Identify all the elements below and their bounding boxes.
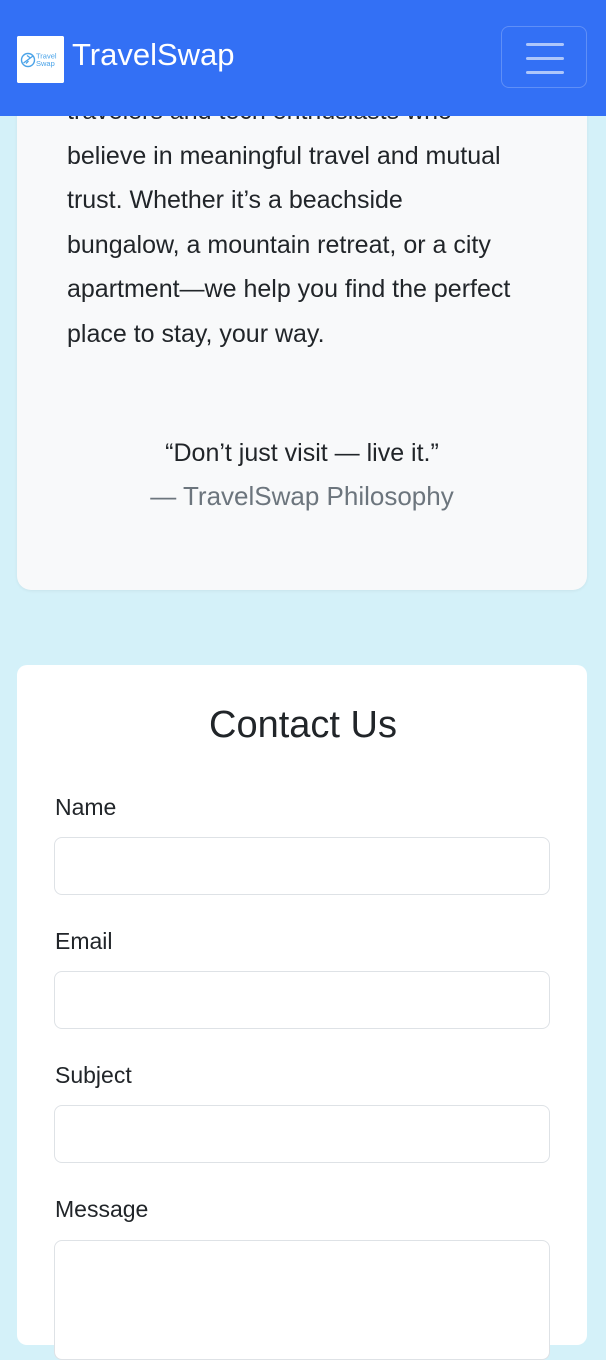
about-text: travelers and tech enthusiasts whobeliev… <box>67 89 547 357</box>
about-line: place to stay, your way. <box>67 319 325 348</box>
message-field[interactable] <box>54 1240 550 1360</box>
subject-label: Subject <box>55 1062 132 1088</box>
email-label: Email <box>55 928 113 954</box>
message-label: Message <box>55 1196 149 1222</box>
logo-text-line2: Swap <box>36 59 55 68</box>
philosophy-quote: “Don’t just visit — live it.” <box>165 439 439 467</box>
name-field[interactable] <box>54 837 550 895</box>
about-line: believe in meaningful travel and mutual <box>67 141 501 170</box>
contact-title: Contact Us <box>209 704 397 746</box>
subject-field[interactable] <box>54 1105 550 1163</box>
menu-toggle-button[interactable] <box>501 26 587 88</box>
navbar: Travel Swap TravelSwap <box>0 0 606 116</box>
about-line: apartment—we help you find the perfect <box>67 275 511 304</box>
brand-name[interactable]: TravelSwap <box>72 35 235 75</box>
quote-author: — TravelSwap Philosophy <box>150 481 454 511</box>
about-line: bungalow, a mountain retreat, or a city <box>67 230 491 259</box>
email-field[interactable] <box>54 971 550 1029</box>
name-label: Name <box>55 794 117 820</box>
about-line: trust. Whether it’s a beachside <box>67 186 403 215</box>
travelswap-logo-icon: Travel Swap <box>17 36 64 83</box>
brand-logo[interactable]: Travel Swap <box>17 36 64 83</box>
